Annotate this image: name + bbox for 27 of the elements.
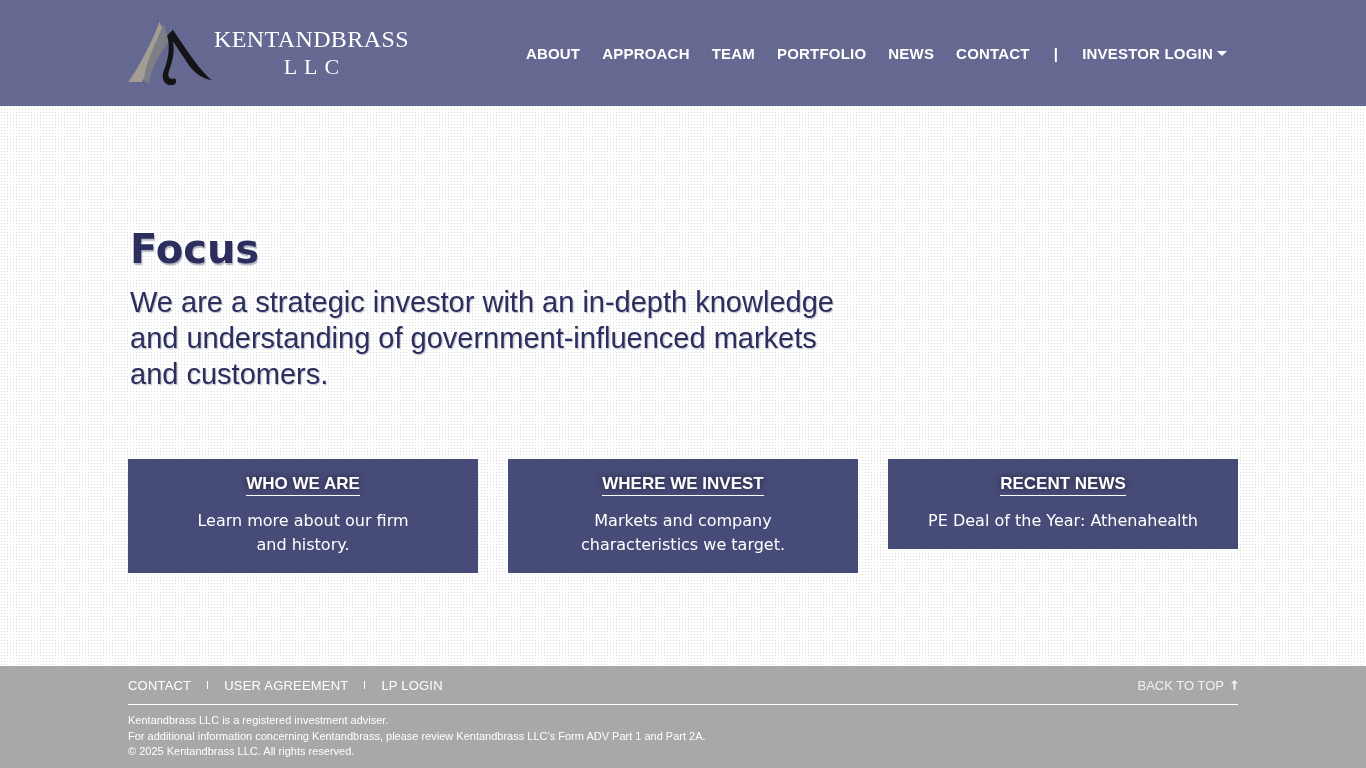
feature-card[interactable]: WHO WE ARE Learn more about our firm and history. [128,459,478,573]
nav-separator: | [1052,44,1060,62]
card-title: RECENT NEWS [1000,473,1126,496]
hero-heading: Focus [130,225,261,274]
card-text: Learn more about our firm and history. [197,510,409,556]
card-text: PE Deal of the Year: Athenahealth [928,510,1198,532]
footer-note: © 2025 Kentandbrass LLC. All rights reserved. [128,744,356,759]
card-text: Markets and company characteristics we target. [580,510,786,556]
nav-link[interactable]: ABOUT [525,44,581,62]
hero-text: We are a strategic investor with an in-depth knowledge and understanding of government-influenced markets and customers. [130,285,835,392]
nav-link[interactable]: PORTFOLIO [777,44,867,62]
footer-note: For additional information concerning Kentandbrass, please review Kentandbrass LLC’s Form ADV Part 1 and Part 2A. [128,728,707,744]
logo-wordmark[interactable]: KENTANDBRASS [214,25,409,53]
card-title: WHERE WE INVEST [602,473,764,496]
nav-link[interactable]: CONTACT [956,44,1030,62]
logo-suffix[interactable]: LLC [283,53,347,81]
nav-link[interactable]: NEWS [888,44,935,62]
card-title: WHO WE ARE [246,473,360,496]
feature-card[interactable]: WHERE WE INVEST Markets and company characteristics we target. [508,459,858,573]
investor-login-dropdown[interactable]: INVESTOR LOGIN [1082,44,1227,62]
feature-card[interactable]: RECENT NEWS PE Deal of the Year: Athenahealth [888,459,1238,549]
nav-link[interactable]: TEAM [711,44,755,62]
nav-link[interactable]: APPROACH [602,44,690,62]
footer-note: Kentandbrass LLC is a registered investment adviser. [128,713,390,728]
arrow-up-icon [1231,680,1238,690]
caret-icon [1217,50,1227,56]
logo-mark-icon[interactable] [128,20,214,86]
